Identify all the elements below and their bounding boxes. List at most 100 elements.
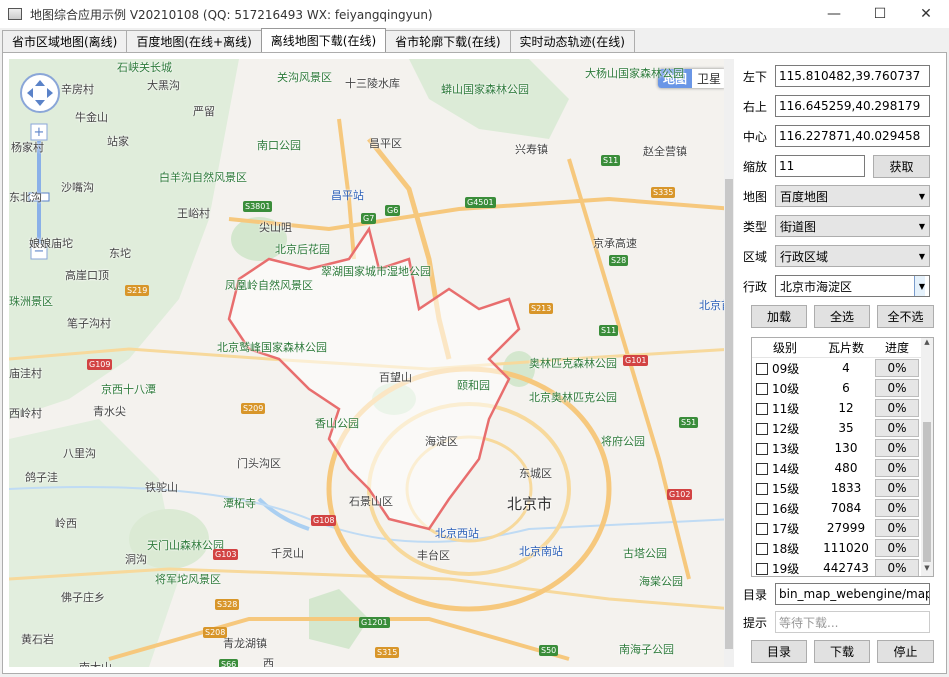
road-sign: S11 bbox=[599, 325, 619, 336]
tab-realtime-track[interactable]: 实时动态轨迹(在线) bbox=[509, 30, 635, 52]
download-button[interactable]: 下载 bbox=[814, 640, 870, 663]
admin-select[interactable]: 北京市海淀区 ▼ bbox=[775, 275, 930, 297]
level-checkbox[interactable] bbox=[756, 443, 768, 455]
map-label: 严留 bbox=[193, 105, 215, 118]
map-source-select[interactable]: 百度地图 ▼ bbox=[775, 185, 930, 207]
level-checkbox[interactable] bbox=[756, 543, 768, 555]
level-cell[interactable]: 13级 bbox=[752, 440, 818, 457]
level-checkbox[interactable] bbox=[756, 503, 768, 515]
level-checkbox[interactable] bbox=[756, 383, 768, 395]
table-row[interactable]: 11级 12 0% bbox=[752, 398, 933, 418]
table-row[interactable]: 15级 1833 0% bbox=[752, 478, 933, 498]
tiles-cell: 1833 bbox=[830, 481, 862, 495]
table-row[interactable]: 18级 111020 0% bbox=[752, 538, 933, 558]
map-label: 西岭村 bbox=[9, 407, 42, 420]
level-checkbox[interactable] bbox=[756, 563, 768, 575]
level-cell[interactable]: 11级 bbox=[752, 400, 818, 417]
map-scrollbar-thumb[interactable] bbox=[725, 179, 733, 649]
directory-field[interactable]: bin_map_webengine/map bbox=[775, 583, 930, 605]
map-label: 十三陵水库 bbox=[345, 77, 400, 90]
level-cell[interactable]: 10级 bbox=[752, 380, 818, 397]
map-label: 西 bbox=[263, 657, 274, 667]
level-cell[interactable]: 09级 bbox=[752, 360, 818, 377]
level-cell[interactable]: 18级 bbox=[752, 540, 818, 557]
close-button[interactable]: ✕ bbox=[903, 0, 949, 28]
map-type-satellite[interactable]: 卫星 bbox=[691, 69, 726, 88]
directory-button[interactable]: 目录 bbox=[751, 640, 807, 663]
bottom-left-row: 左下 115.810482,39.760737 bbox=[743, 65, 930, 87]
level-cell[interactable]: 16级 bbox=[752, 500, 818, 517]
map-label: 将府公园 bbox=[601, 435, 645, 448]
table-row[interactable]: 09级 4 0% bbox=[752, 358, 933, 378]
control-panel: 左下 115.810482,39.760737 右上 116.645259,40… bbox=[743, 59, 941, 667]
scroll-down-icon[interactable]: ▼ bbox=[921, 564, 933, 576]
level-cell[interactable]: 17级 bbox=[752, 520, 818, 537]
tab-province-map[interactable]: 省市区域地图(离线) bbox=[2, 30, 128, 52]
hint-label: 提示 bbox=[743, 615, 768, 630]
tiles-cell: 7084 bbox=[830, 501, 862, 515]
level-checkbox[interactable] bbox=[756, 463, 768, 475]
region-select[interactable]: 行政区域 ▼ bbox=[775, 245, 930, 267]
table-row[interactable]: 13级 130 0% bbox=[752, 438, 933, 458]
load-button[interactable]: 加载 bbox=[751, 305, 807, 328]
progress-cell: 0% bbox=[874, 399, 920, 417]
map-label: 沙嘴沟 bbox=[61, 181, 94, 194]
tab-offline-download[interactable]: 离线地图下载(在线) bbox=[260, 28, 387, 52]
stop-button[interactable]: 停止 bbox=[877, 640, 934, 663]
table-row[interactable]: 17级 27999 0% bbox=[752, 518, 933, 538]
map-label: 杨家村 bbox=[11, 141, 44, 154]
tab-outline-download[interactable]: 省市轮廓下载(在线) bbox=[385, 30, 511, 52]
table-row[interactable]: 12级 35 0% bbox=[752, 418, 933, 438]
road-sign: S213 bbox=[529, 303, 554, 314]
level-cell[interactable]: 14级 bbox=[752, 460, 818, 477]
level-checkbox[interactable] bbox=[756, 523, 768, 535]
tiles-cell: 35 bbox=[838, 421, 854, 435]
table-row[interactable]: 14级 480 0% bbox=[752, 458, 933, 478]
level-checkbox[interactable] bbox=[756, 363, 768, 375]
progress-bar: 0% bbox=[875, 459, 919, 477]
maximize-button[interactable]: ☐ bbox=[857, 0, 903, 28]
tab-baidu-map[interactable]: 百度地图(在线+离线) bbox=[126, 30, 262, 52]
level-cell[interactable]: 12级 bbox=[752, 420, 818, 437]
zoom-field[interactable]: 11 bbox=[775, 155, 865, 177]
map-label: 关沟风景区 bbox=[277, 71, 332, 84]
table-row[interactable]: 19级 442743 0% bbox=[752, 558, 933, 577]
map-label: 奥林匹克森林公园 bbox=[529, 357, 617, 370]
level-checkbox[interactable] bbox=[756, 423, 768, 435]
map-label: 北京后花园 bbox=[275, 243, 330, 256]
map-scrollbar[interactable] bbox=[724, 59, 734, 667]
tiles-cell: 27999 bbox=[826, 521, 866, 535]
select-none-button[interactable]: 全不选 bbox=[877, 305, 934, 328]
level-checkbox[interactable] bbox=[756, 483, 768, 495]
fetch-button[interactable]: 获取 bbox=[873, 155, 930, 178]
map-type-select[interactable]: 街道图 ▼ bbox=[775, 215, 930, 237]
map-label: 白羊沟自然风景区 bbox=[159, 171, 247, 184]
select-all-button[interactable]: 全选 bbox=[814, 305, 870, 328]
table-row[interactable]: 10级 6 0% bbox=[752, 378, 933, 398]
map-label: 北京西站 bbox=[435, 527, 479, 540]
minimize-button[interactable]: — bbox=[811, 0, 857, 28]
map-label: 东城区 bbox=[519, 467, 552, 480]
bottom-left-field[interactable]: 115.810482,39.760737 bbox=[775, 65, 930, 87]
map-type-label: 类型 bbox=[743, 219, 768, 234]
scroll-up-icon[interactable]: ▲ bbox=[921, 338, 933, 350]
road-sign: S50 bbox=[539, 645, 559, 656]
level-cell[interactable]: 19级 bbox=[752, 560, 818, 577]
window-title: 地图综合应用示例 V20210108 (QQ: 517216493 WX: fe… bbox=[30, 7, 433, 22]
road-sign: S208 bbox=[203, 627, 228, 638]
map-type-row: 类型 街道图 ▼ bbox=[743, 215, 930, 237]
table-scrollbar-thumb[interactable] bbox=[923, 422, 931, 562]
top-right-label: 右上 bbox=[743, 99, 768, 114]
top-right-field[interactable]: 116.645259,40.298179 bbox=[775, 95, 930, 117]
level-checkbox[interactable] bbox=[756, 403, 768, 415]
table-scrollbar[interactable]: ▲ ▼ bbox=[921, 338, 933, 576]
progress-bar: 0% bbox=[875, 559, 919, 576]
chevron-down-icon[interactable]: ▼ bbox=[913, 276, 925, 296]
tiles-cell: 130 bbox=[834, 441, 858, 455]
map-view[interactable]: + − 地图 卫星 石峡关长城 大黑沟 关沟风景区 十三陵水库 蟒山国家森林公园 大杨山国… bbox=[9, 59, 734, 667]
map-label: 东坨 bbox=[109, 247, 131, 260]
table-row[interactable]: 16级 7084 0% bbox=[752, 498, 933, 518]
level-text: 18级 bbox=[772, 541, 800, 556]
level-cell[interactable]: 15级 bbox=[752, 480, 818, 497]
center-field[interactable]: 116.227871,40.029458 bbox=[775, 125, 930, 147]
